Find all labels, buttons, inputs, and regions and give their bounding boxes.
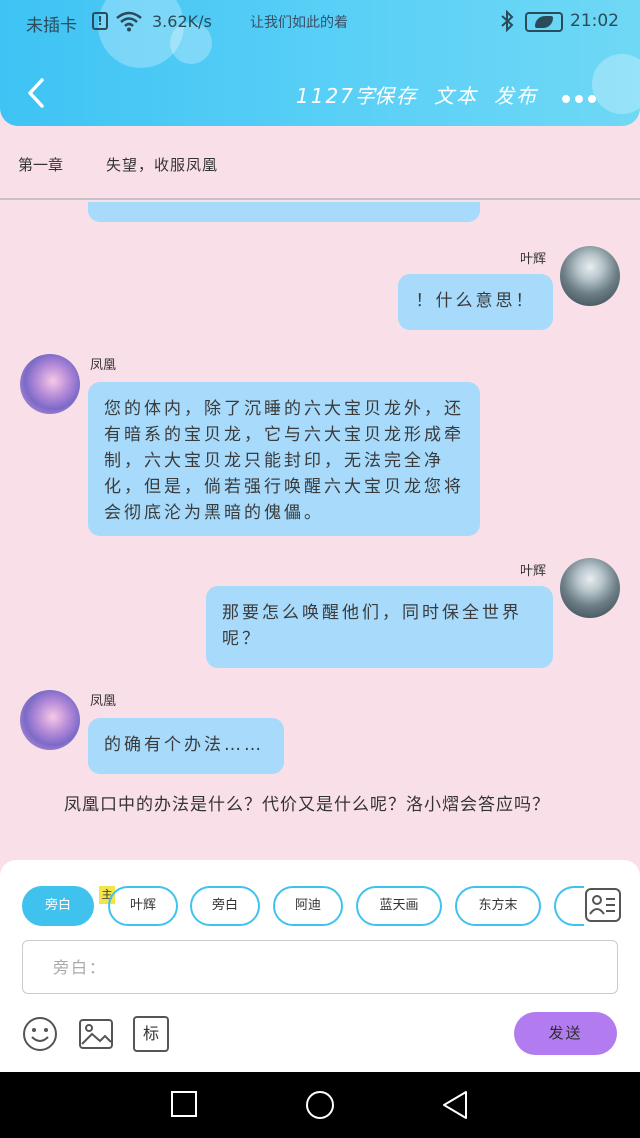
role-chip[interactable]: 阿迪 <box>273 886 343 926</box>
message-bubble[interactable]: ！什么意思！ <box>398 274 553 330</box>
message-bubble-clipped[interactable] <box>88 202 480 222</box>
save-button[interactable]: 保存 <box>374 80 418 109</box>
wifi-icon <box>115 10 143 37</box>
speaker-name: 凤凰 <box>90 358 117 373</box>
network-speed: 3.62K/s <box>152 12 212 31</box>
status-bar: 未插卡 ! 3.62K/s 让我们如此的着 21:02 <box>0 0 640 44</box>
sim-alert-icon: ! <box>92 12 108 30</box>
image-icon[interactable] <box>78 1016 114 1052</box>
send-button[interactable]: 发送 <box>514 1012 617 1055</box>
carrier-label: 未插卡 <box>26 16 77 36</box>
speaker-name: 叶辉 <box>520 252 547 267</box>
status-note: 让我们如此的着 <box>250 15 348 31</box>
word-count: 1127字 <box>296 84 377 108</box>
home-icon[interactable] <box>304 1090 336 1126</box>
chat-area[interactable]: 叶辉 ！什么意思！ 凤凰 您的体内，除了沉睡的六大宝贝龙外，还有暗系的宝贝龙，它… <box>0 202 640 860</box>
message-bubble[interactable]: 的确有个办法…… <box>88 718 284 774</box>
more-icon[interactable] <box>562 88 601 107</box>
role-chip[interactable]: 蓝天画 <box>356 886 442 926</box>
system-nav-bar <box>0 1072 640 1138</box>
chapter-bar: 第一章 失望，收服凤凰 <box>0 126 640 200</box>
bluetooth-icon <box>500 9 514 37</box>
role-chip[interactable]: 叶辉 <box>108 886 178 926</box>
chapter-number: 第一章 <box>18 156 64 174</box>
publish-button[interactable]: 发布 <box>494 80 538 109</box>
chapter-title[interactable]: 失望，收服凤凰 <box>106 154 218 175</box>
message-input[interactable]: 旁白： <box>22 940 618 994</box>
speaker-name: 叶辉 <box>520 564 547 579</box>
avatar-yehui[interactable] <box>560 246 620 306</box>
text-button[interactable]: 文本 <box>434 80 478 109</box>
narration-text[interactable]: 凤凰口中的办法是什么？代价又是什么呢？洛小熠会答应吗？ <box>24 792 604 818</box>
role-chip[interactable]: 旁白 <box>22 886 94 926</box>
avatar-yehui[interactable] <box>560 558 620 618</box>
back-icon[interactable] <box>22 76 52 110</box>
mark-icon[interactable]: 标 <box>133 1016 169 1052</box>
role-list-icon[interactable] <box>585 888 621 922</box>
battery-icon <box>525 12 563 32</box>
avatar-fenghuang[interactable] <box>20 354 80 414</box>
back-nav-icon[interactable] <box>440 1090 470 1124</box>
role-chip-partial[interactable] <box>554 886 584 926</box>
speaker-name: 凤凰 <box>90 694 117 709</box>
emoji-icon[interactable] <box>22 1016 58 1052</box>
recent-apps-icon[interactable] <box>170 1090 198 1122</box>
avatar-fenghuang[interactable] <box>20 690 80 750</box>
message-bubble[interactable]: 您的体内，除了沉睡的六大宝贝龙外，还有暗系的宝贝龙，它与六大宝贝龙形成牵制，六大… <box>88 382 480 536</box>
toolbar: 1127字 保存 文本 发布 <box>0 70 640 116</box>
role-chip[interactable]: 东方末 <box>455 886 541 926</box>
clock: 21:02 <box>570 11 619 31</box>
message-bubble[interactable]: 那要怎么唤醒他们，同时保全世界呢？ <box>206 586 553 668</box>
app-header: 未插卡 ! 3.62K/s 让我们如此的着 21:02 1127字 保存 文本 … <box>0 0 640 126</box>
role-chip[interactable]: 旁白 <box>190 886 260 926</box>
input-panel: 旁白 主 叶辉 旁白 阿迪 蓝天画 东方末 旁白： 标 发送 <box>0 860 640 1072</box>
